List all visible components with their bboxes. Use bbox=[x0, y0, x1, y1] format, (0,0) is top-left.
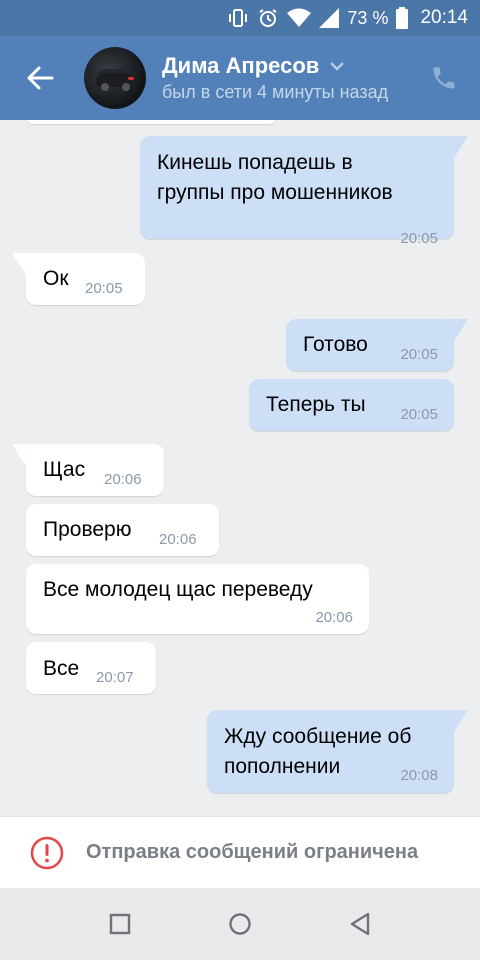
message-bubble-outgoing[interactable]: Жду сообщение об пополнении 20:08 bbox=[207, 710, 454, 793]
message-bubble-incoming[interactable]: Щас 20:06 bbox=[26, 444, 164, 496]
message-text: Ок bbox=[43, 267, 69, 290]
home-icon bbox=[229, 913, 251, 935]
message-list[interactable]: Кинешь попадешь в группы про мошенников … bbox=[0, 120, 480, 816]
contact-name: Дима Апресов bbox=[162, 53, 320, 78]
message-time: 20:06 bbox=[159, 531, 197, 548]
message-text: пополнении bbox=[224, 755, 341, 778]
message-bubble-incoming[interactable]: Все 20:07 bbox=[26, 642, 156, 694]
alert-circle-icon bbox=[30, 836, 64, 869]
avatar[interactable] bbox=[84, 47, 146, 109]
chevron-down-icon bbox=[330, 62, 345, 71]
message-time: 20:07 bbox=[96, 669, 134, 686]
bubble-tail bbox=[446, 136, 468, 158]
message-time: 20:05 bbox=[85, 280, 123, 297]
message-text: Проверю bbox=[43, 518, 132, 541]
arrow-left-icon bbox=[27, 66, 54, 90]
message-time: 20:08 bbox=[400, 767, 438, 784]
message-text: Щас bbox=[43, 458, 86, 481]
recent-apps-button[interactable] bbox=[100, 904, 140, 944]
phone-icon bbox=[433, 67, 455, 89]
message-bubble-outgoing[interactable]: Кинешь попадешь в группы про мошенников … bbox=[140, 136, 454, 247]
message-time: 20:06 bbox=[104, 471, 142, 488]
contact-status: был в сети 4 минуты назад bbox=[162, 82, 389, 102]
clock: 20:14 bbox=[420, 7, 468, 28]
messaging-restricted-banner: Отправка сообщений ограничена bbox=[0, 816, 480, 888]
recent-apps-icon bbox=[109, 913, 131, 935]
back-button[interactable] bbox=[0, 36, 80, 120]
message-time: 20:05 bbox=[400, 230, 438, 247]
message-text: Теперь ты bbox=[266, 393, 366, 416]
message-bubble-incoming[interactable]: Проверю 20:06 bbox=[26, 504, 219, 556]
battery-icon bbox=[396, 7, 409, 29]
home-button[interactable] bbox=[220, 904, 260, 944]
battery-percent: 73 % bbox=[347, 7, 389, 28]
status-bar: 73 % 20:14 bbox=[0, 0, 480, 36]
bubble-tail bbox=[446, 710, 468, 732]
alarm-icon bbox=[257, 7, 279, 29]
message-bubble-outgoing[interactable]: Теперь ты 20:05 bbox=[249, 379, 454, 431]
message-text: группы про мошенников bbox=[157, 181, 393, 204]
message-time: 20:05 bbox=[400, 406, 438, 423]
signal-icon bbox=[319, 8, 340, 28]
message-bubble-incoming[interactable]: Ок 20:05 bbox=[26, 253, 145, 305]
message-text: Готово bbox=[303, 333, 368, 356]
message-bubble-outgoing[interactable]: Готово 20:05 bbox=[286, 319, 454, 371]
message-bubble-incoming[interactable]: Все молодец щас переведу 20:06 bbox=[26, 564, 369, 634]
message-text: Все bbox=[43, 657, 80, 680]
message-text: Все молодец щас переведу bbox=[43, 578, 313, 601]
message-bubble-partial bbox=[26, 120, 276, 124]
message-text: Жду сообщение об bbox=[224, 725, 412, 748]
message-text: Кинешь попадешь в bbox=[157, 151, 353, 174]
vibrate-icon bbox=[227, 7, 249, 29]
restriction-text: Отправка сообщений ограничена bbox=[86, 841, 419, 863]
chat-header: Дима Апресов был в сети 4 минуты назад bbox=[0, 36, 480, 120]
call-button[interactable] bbox=[408, 36, 480, 120]
message-time: 20:05 bbox=[400, 346, 438, 363]
message-time: 20:06 bbox=[315, 609, 353, 626]
back-triangle-icon bbox=[350, 912, 370, 936]
contact-info[interactable]: Дима Апресов был в сети 4 минуты назад bbox=[162, 53, 408, 103]
wifi-icon bbox=[287, 8, 312, 28]
bubble-tail bbox=[446, 319, 468, 341]
system-nav-bar bbox=[0, 888, 480, 960]
back-nav-button[interactable] bbox=[340, 904, 380, 944]
